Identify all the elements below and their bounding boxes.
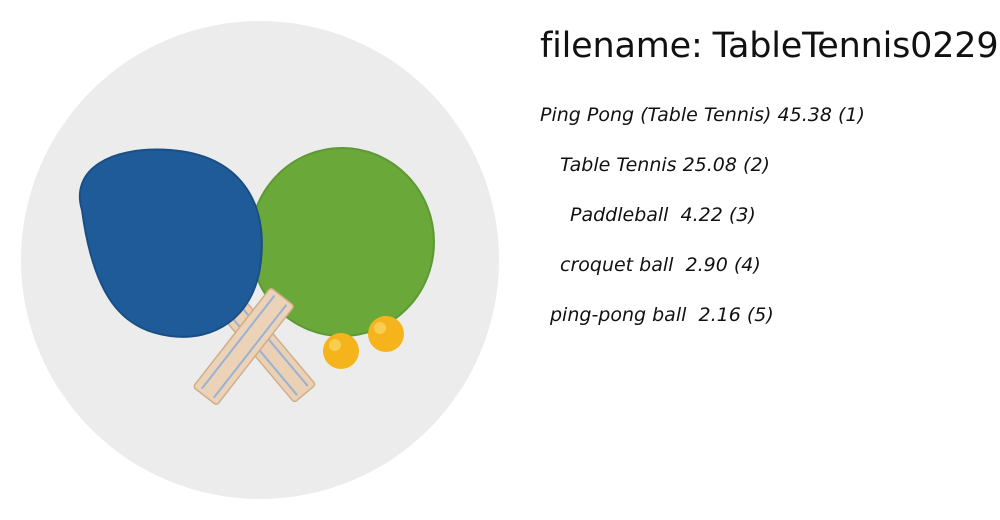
prediction-item: Table Tennis 25.08 (2) bbox=[540, 150, 960, 200]
prediction-rank: (3) bbox=[728, 204, 756, 226]
prediction-label: croquet ball bbox=[560, 254, 674, 276]
filename-label: filename: bbox=[540, 26, 703, 66]
prediction-rank: (1) bbox=[837, 104, 865, 126]
prediction-score: 45.38 bbox=[777, 104, 832, 126]
prediction-score: 4.22 bbox=[674, 204, 723, 226]
prediction-score: 25.08 bbox=[682, 154, 737, 176]
prediction-rank: (2) bbox=[743, 154, 770, 176]
prediction-item: croquet ball 2.90 (4) bbox=[540, 250, 960, 300]
prediction-list: Ping Pong (Table Tennis) 45.38 (1) Table… bbox=[540, 100, 960, 350]
table-tennis-image bbox=[21, 21, 499, 499]
prediction-label: Ping Pong (Table Tennis) bbox=[540, 104, 772, 126]
prediction-label: Table Tennis bbox=[560, 154, 677, 176]
prediction-label: Paddleball bbox=[570, 204, 669, 226]
prediction-rank: (5) bbox=[746, 304, 774, 326]
filename-heading: filename:TableTennis0229.jpg bbox=[540, 22, 1000, 70]
prediction-score: 2.90 bbox=[679, 254, 728, 276]
prediction-item: Paddleball 4.22 (3) bbox=[540, 200, 960, 250]
classified-image bbox=[20, 20, 500, 500]
prediction-label: ping-pong ball bbox=[550, 304, 687, 326]
prediction-rank: (4) bbox=[733, 254, 761, 276]
prediction-score: 2.16 bbox=[692, 304, 741, 326]
filename-value: TableTennis0229.jpg bbox=[712, 26, 1000, 66]
prediction-item: Ping Pong (Table Tennis) 45.38 (1) bbox=[540, 100, 960, 150]
ping-pong-ball bbox=[368, 316, 404, 352]
prediction-item: ping-pong ball 2.16 (5) bbox=[540, 300, 960, 350]
ping-pong-ball bbox=[323, 333, 359, 369]
